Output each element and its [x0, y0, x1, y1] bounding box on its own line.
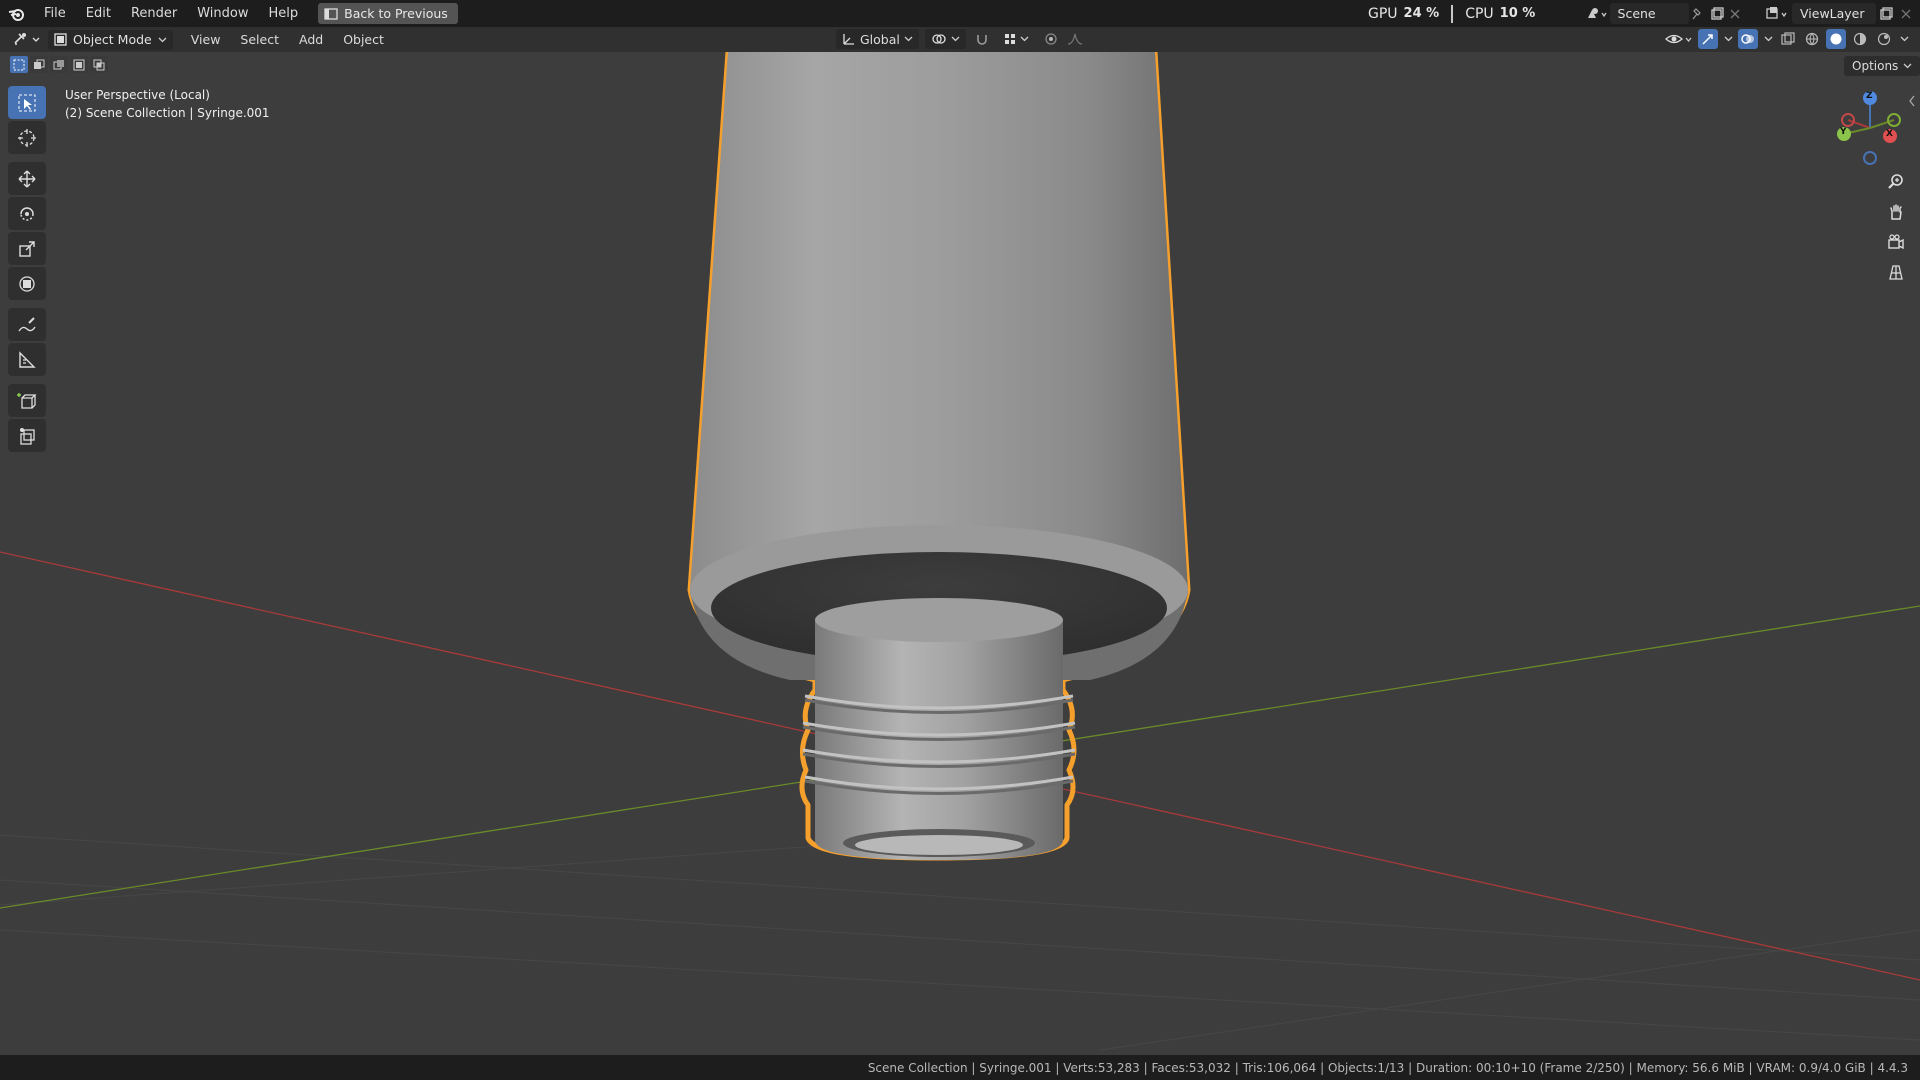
header-menu-object[interactable]: Object [333, 32, 394, 47]
move-tool-icon[interactable] [8, 162, 46, 195]
chevron-down-icon [951, 36, 960, 42]
scene-selector[interactable]: Scene [1584, 3, 1744, 24]
shading-dropdown-icon[interactable] [1898, 29, 1910, 49]
collection-label: (2) Scene Collection | Syringe.001 [65, 106, 270, 120]
screen-icon [324, 7, 338, 20]
cursor-tool-icon[interactable] [8, 121, 46, 154]
add-cube-tool-icon[interactable] [8, 384, 46, 417]
annotate-tool-icon[interactable] [8, 308, 46, 341]
menu-render[interactable]: Render [121, 0, 187, 27]
pivot-point-dropdown[interactable] [924, 29, 966, 49]
back-to-previous-button[interactable]: Back to Previous [318, 3, 458, 24]
scale-tool-icon[interactable] [8, 232, 46, 265]
orientation-icon [843, 34, 854, 45]
3d-viewport[interactable]: User Perspective (Local) (2) Scene Colle… [0, 52, 1920, 1055]
blender-logo-icon[interactable] [0, 0, 34, 27]
falloff-icon[interactable] [1067, 29, 1087, 49]
floor-grid [0, 834, 1920, 1051]
select-box-tool-icon[interactable] [8, 86, 46, 119]
menu-edit[interactable]: Edit [76, 0, 121, 27]
shading-rendered-icon[interactable] [1874, 29, 1894, 49]
scene-name-field[interactable]: Scene [1609, 3, 1690, 24]
selection-mode-group [10, 56, 108, 73]
object-mode-label: Object Mode [73, 32, 152, 47]
cpu-value: 10 % [1499, 6, 1536, 21]
chevron-down-icon [904, 36, 913, 42]
orthographic-toggle-icon[interactable] [1882, 258, 1910, 286]
chevron-down-icon [1903, 63, 1912, 69]
shading-wireframe-icon[interactable] [1802, 29, 1822, 49]
gizmo-toggle-icon[interactable] [1698, 29, 1718, 49]
zoom-view-icon[interactable] [1882, 168, 1910, 196]
syringe-object[interactable] [687, 52, 1191, 861]
visibility-eye-icon[interactable] [1664, 29, 1694, 49]
view-layer-name-field[interactable]: ViewLayer [1792, 3, 1876, 24]
view-layer-icon[interactable] [1762, 4, 1792, 24]
viewport-info: User Perspective (Local) (2) Scene Colle… [65, 86, 270, 122]
select-extend-icon[interactable] [30, 56, 48, 73]
back-to-previous-label: Back to Previous [344, 6, 448, 21]
menu-file[interactable]: File [34, 0, 76, 27]
select-subtract-icon[interactable] [50, 56, 68, 73]
stats-divider [1451, 4, 1454, 23]
options-dropdown[interactable]: Options [1844, 56, 1920, 76]
select-intersect-icon[interactable] [90, 56, 108, 73]
gpu-value: 24 % [1403, 6, 1440, 21]
scene-icon[interactable] [1584, 4, 1610, 24]
gizmo-z-label: Z [1866, 91, 1873, 101]
shading-solid-icon[interactable] [1826, 29, 1846, 49]
new-view-layer-icon[interactable] [1876, 4, 1896, 24]
measure-tool-icon[interactable] [8, 343, 46, 376]
header-menu-view[interactable]: View [181, 32, 231, 47]
overlays-dropdown-icon[interactable] [1762, 29, 1774, 49]
header-menu-add[interactable]: Add [289, 32, 333, 47]
menu-help[interactable]: Help [259, 0, 309, 27]
perspective-label: User Perspective (Local) [65, 88, 210, 102]
view-layer-selector[interactable]: ViewLayer [1762, 3, 1918, 24]
gpu-label: GPU [1368, 5, 1398, 22]
menu-window[interactable]: Window [187, 0, 258, 27]
snap-grid-icon [1004, 34, 1015, 44]
pivot-icon [932, 34, 946, 44]
navigation-gizmo[interactable]: Z X Y [1830, 86, 1910, 170]
snap-target-dropdown[interactable] [998, 29, 1035, 49]
orientation-label: Global [860, 31, 900, 47]
snap-toggle-icon[interactable] [972, 29, 992, 49]
header-menu-select[interactable]: Select [230, 32, 289, 47]
new-scene-icon[interactable] [1708, 4, 1726, 24]
cpu-label: CPU [1465, 5, 1494, 22]
pan-view-icon[interactable] [1882, 198, 1910, 226]
chevron-down-icon [158, 37, 167, 42]
pin-icon[interactable] [1689, 4, 1707, 24]
close-view-layer-icon[interactable] [1896, 4, 1916, 24]
editor-type-icon[interactable] [12, 30, 42, 51]
camera-view-icon[interactable] [1882, 228, 1910, 256]
rotate-tool-icon[interactable] [8, 197, 46, 230]
select-invert-icon[interactable] [70, 56, 88, 73]
transform-orientation-dropdown[interactable]: Global [836, 29, 919, 49]
gizmo-x-label: X [1886, 129, 1893, 139]
status-bar-stats: Scene Collection | Syringe.001 | Verts:5… [867, 1060, 1908, 1075]
object-mode-icon [54, 33, 67, 46]
close-scene-icon[interactable] [1726, 4, 1744, 24]
view-layer-name: ViewLayer [1800, 6, 1865, 21]
extrude-tool-icon[interactable] [8, 419, 46, 452]
gizmo-dropdown-icon[interactable] [1722, 29, 1734, 49]
object-mode-dropdown[interactable]: Object Mode [48, 29, 173, 50]
overlays-toggle-icon[interactable] [1738, 29, 1758, 49]
scene-name: Scene [1617, 6, 1656, 21]
select-new-icon[interactable] [10, 56, 28, 73]
gizmo-y-label: Y [1840, 127, 1847, 137]
chevron-down-icon [1020, 36, 1029, 42]
viewport-header: Object Mode View Select Add Object Globa… [0, 27, 1920, 52]
xray-toggle-icon[interactable] [1778, 29, 1798, 49]
transform-tool-icon[interactable] [8, 267, 46, 300]
tool-shelf [8, 86, 48, 454]
status-bar: Scene Collection | Syringe.001 | Verts:5… [0, 1055, 1920, 1080]
viewport-scene [0, 52, 1920, 1051]
options-label: Options [1852, 59, 1899, 73]
resource-stats: GPU 24 % CPU 10 % [1368, 0, 1535, 27]
shading-material-icon[interactable] [1850, 29, 1870, 49]
proportional-editing-icon[interactable] [1041, 29, 1061, 49]
